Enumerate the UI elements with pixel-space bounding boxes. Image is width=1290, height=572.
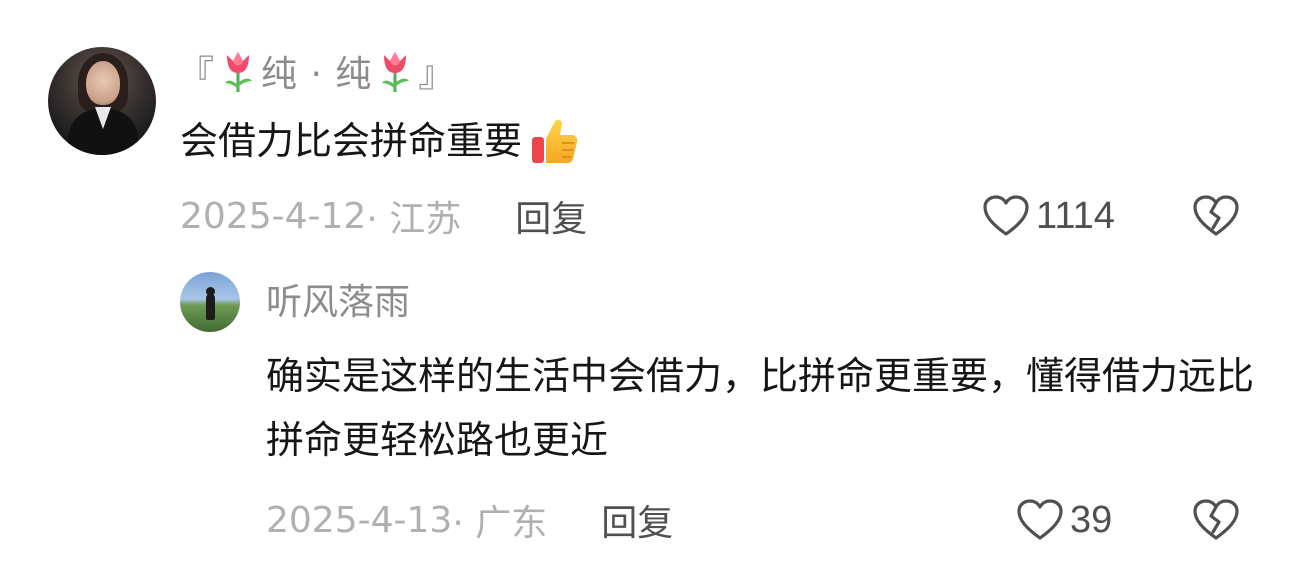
like-button[interactable]: 39 — [1016, 492, 1112, 548]
heart-icon — [1017, 499, 1063, 540]
reply-text: 确实是这样的生活中会借力，比拼命更重要，懂得借力远比拼命更轻松路也更近 — [266, 354, 1255, 462]
like-count: 1114 — [1036, 194, 1115, 237]
avatar[interactable] — [48, 47, 156, 155]
avatar[interactable] — [180, 272, 240, 332]
comment-text-container: 会借力比会拼命重要 — [180, 113, 580, 169]
reply-button[interactable]: 回复 — [515, 190, 587, 242]
like-button[interactable]: 1114 — [982, 188, 1115, 244]
thumbs-up-icon — [532, 119, 578, 163]
reply-location: · 广东 — [452, 503, 548, 544]
heart-icon — [983, 195, 1029, 236]
tulip-icon — [225, 52, 253, 92]
avatar-face — [86, 61, 120, 105]
comment-username[interactable]: 『 纯 · 纯 』 — [178, 48, 456, 95]
comment-location: · 江苏 — [366, 199, 462, 240]
username-bracket-close: 』 — [418, 54, 456, 95]
username-text: 纯 · 纯 — [261, 54, 373, 95]
avatar-figure — [206, 294, 215, 320]
comment-date: 2025-4-12 — [180, 195, 367, 237]
like-count: 39 — [1070, 498, 1113, 541]
tulip-icon — [382, 52, 410, 92]
dislike-icon[interactable] — [1192, 192, 1240, 240]
reply-username[interactable]: 听风落雨 — [266, 280, 410, 326]
dislike-icon[interactable] — [1192, 496, 1240, 544]
comment-item: 『 纯 · 纯 』 会借力比会拼命重要 2025-4-12 · 江苏 回复 11… — [0, 0, 1290, 260]
comment-meta: 2025-4-12 · 江苏 回复 — [180, 188, 587, 244]
reply-meta: 2025-4-13 · 广东 回复 — [266, 492, 673, 548]
reply-button[interactable]: 回复 — [601, 494, 673, 546]
comment-text: 会借力比会拼命重要 — [180, 119, 523, 163]
reply-date: 2025-4-13 — [266, 499, 453, 541]
username-bracket-open: 『 — [178, 54, 216, 95]
